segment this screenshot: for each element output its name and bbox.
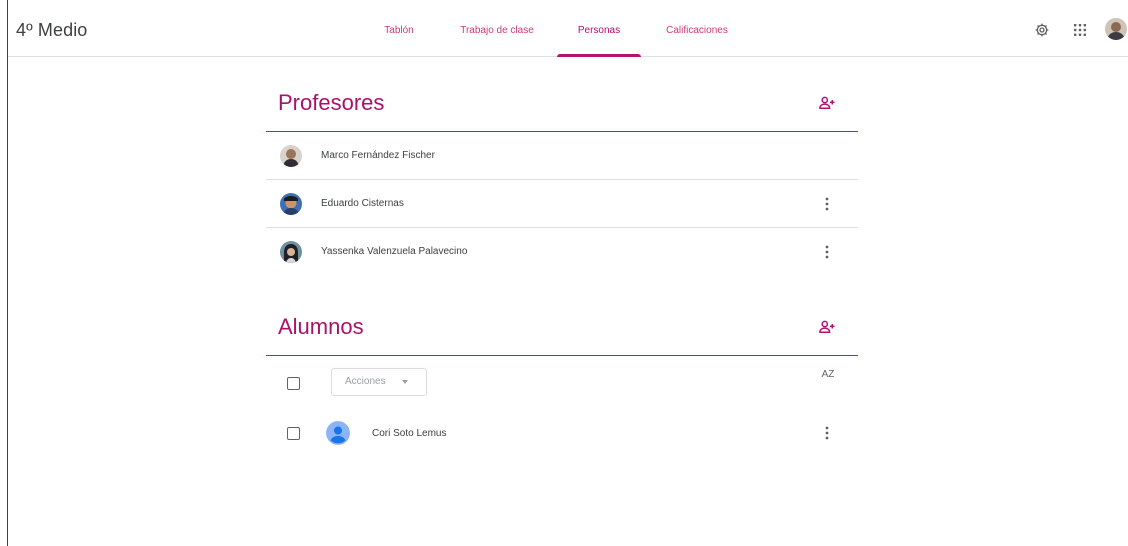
apps-grid-icon[interactable] (1071, 21, 1089, 39)
student-name: Cori Soto Lemus (372, 428, 447, 439)
teacher-row: Eduardo Cisternas (266, 180, 858, 228)
top-app-bar: 4º Medio Tablón Trabajo de clase Persona… (8, 0, 1128, 57)
teacher-name: Eduardo Cisternas (321, 198, 404, 209)
tab-classwork[interactable]: Trabajo de clase (452, 0, 542, 57)
classroom-window: 4º Medio Tablón Trabajo de clase Persona… (7, 0, 1128, 546)
students-toolbar: Acciones AZ (266, 356, 858, 408)
sort-az-icon[interactable]: AZ (819, 370, 837, 388)
class-title[interactable]: 4º Medio (16, 20, 87, 41)
avatar (280, 241, 302, 263)
select-all-checkbox[interactable] (287, 377, 300, 390)
teacher-name: Marco Fernández Fischer (321, 150, 435, 161)
caret-down-icon (402, 380, 408, 384)
students-title: Alumnos (278, 314, 364, 339)
tab-people[interactable]: Personas (557, 0, 641, 57)
avatar (326, 421, 350, 445)
actions-dropdown[interactable]: Acciones (331, 368, 427, 396)
teacher-row: Marco Fernández Fischer (266, 132, 858, 180)
student-checkbox[interactable] (287, 427, 300, 440)
more-vert-icon[interactable] (819, 242, 835, 262)
students-header: Alumnos (266, 302, 858, 356)
avatar (280, 193, 302, 215)
teacher-name: Yassenka Valenzuela Palavecino (321, 246, 468, 257)
person-add-icon[interactable] (818, 94, 836, 112)
more-vert-icon[interactable] (819, 194, 835, 214)
account-avatar[interactable] (1105, 18, 1127, 40)
tab-grades[interactable]: Calificaciones (658, 0, 736, 57)
person-add-icon[interactable] (818, 318, 836, 336)
gear-icon[interactable] (1033, 21, 1051, 39)
actions-label: Acciones (345, 376, 386, 387)
teachers-title: Profesores (278, 90, 385, 115)
teacher-row: Yassenka Valenzuela Palavecino (266, 228, 858, 276)
student-row: Cori Soto Lemus (266, 408, 858, 458)
avatar (280, 145, 302, 167)
students-section: Alumnos Acciones AZ Cori Soto Lemus (266, 302, 858, 458)
teachers-header: Profesores (266, 78, 858, 132)
teachers-section: Profesores Marco Fernández Fischer Eduar… (266, 78, 858, 276)
tab-stream[interactable]: Tablón (381, 0, 417, 57)
more-vert-icon[interactable] (819, 423, 835, 443)
